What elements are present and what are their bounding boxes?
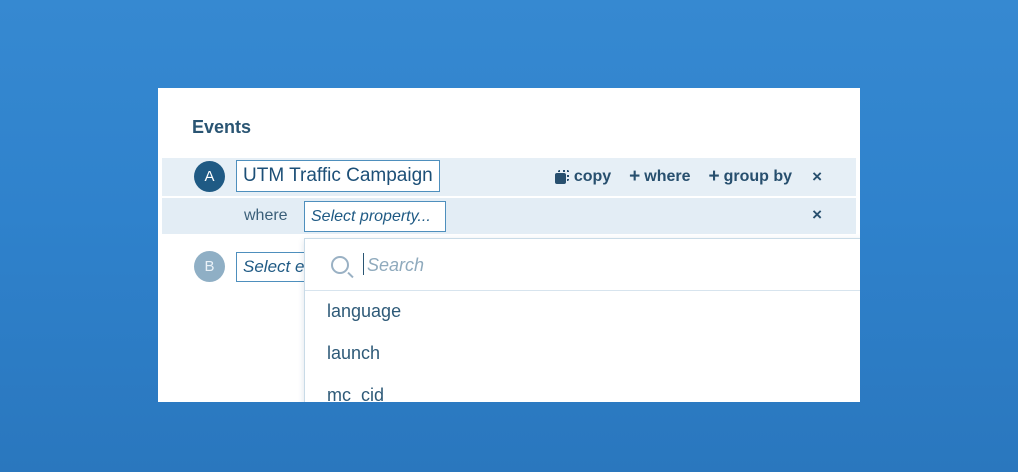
property-dropdown: language launch mc_cid <box>304 238 860 402</box>
add-where-label: where <box>644 168 691 185</box>
copy-label: copy <box>573 168 612 185</box>
search-icon <box>331 256 349 274</box>
event-select-a[interactable]: UTM Traffic Campaign <box>236 160 440 192</box>
add-where-button[interactable]: + where <box>629 166 690 188</box>
select-property-field[interactable]: Select property... <box>304 201 446 232</box>
dropdown-option[interactable]: language <box>327 301 401 322</box>
plus-icon: + <box>629 166 641 187</box>
copy-icon <box>554 170 569 184</box>
add-group-by-button[interactable]: + group by <box>709 166 793 188</box>
add-group-by-label: group by <box>723 168 793 185</box>
search-input[interactable] <box>365 249 829 281</box>
remove-event-close-icon[interactable]: × <box>812 167 822 187</box>
event-actions: copy + where + group by × <box>537 158 822 196</box>
where-filter-row: where Select property... × <box>162 198 856 234</box>
dropdown-search-row <box>305 239 860 291</box>
events-title: Events <box>192 117 252 137</box>
event-badge-a: A <box>194 161 225 192</box>
plus-icon: + <box>708 166 720 187</box>
dropdown-option[interactable]: mc_cid <box>327 385 384 402</box>
event-badge-b: B <box>194 251 225 282</box>
dropdown-option[interactable]: launch <box>327 343 380 364</box>
remove-where-close-icon[interactable]: × <box>812 205 822 225</box>
event-row-a: A UTM Traffic Campaign copy + where + gr… <box>162 158 856 196</box>
where-label: where <box>244 207 288 224</box>
copy-button[interactable]: copy <box>554 168 612 186</box>
events-panel: Events A UTM Traffic Campaign copy + whe… <box>158 88 860 402</box>
text-caret <box>363 253 364 275</box>
